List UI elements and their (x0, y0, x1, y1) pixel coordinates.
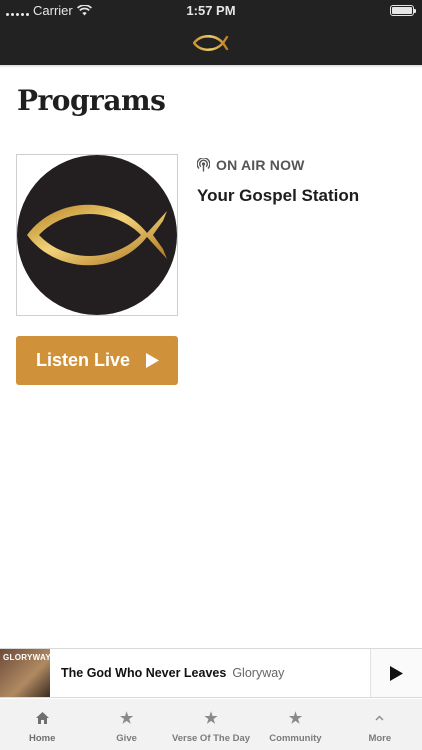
mini-player-play-button[interactable] (370, 649, 422, 697)
broadcast-icon (197, 158, 210, 172)
song-artist: Gloryway (232, 666, 285, 680)
tab-verse-label: Verse Of The Day (171, 733, 251, 744)
program-artwork[interactable] (16, 154, 178, 316)
star-icon: ★ (204, 710, 218, 727)
on-air-label: ON AIR NOW (216, 157, 305, 173)
album-thumbnail-text: GLORYWAY (3, 653, 50, 662)
album-thumbnail: GLORYWAY (0, 649, 50, 697)
ichthys-fish-circle-artwork (17, 155, 177, 315)
tab-home[interactable]: Home (0, 699, 84, 750)
home-icon (35, 709, 49, 727)
tab-home-label: Home (29, 733, 56, 744)
star-icon: ★ (288, 710, 303, 727)
tab-community-label: Community (269, 733, 322, 744)
tab-more[interactable]: More (338, 699, 422, 750)
status-time: 1:57 PM (186, 3, 236, 18)
station-name: Your Gospel Station (197, 186, 360, 205)
header-shadow (0, 65, 422, 68)
track-info[interactable]: The God Who Never Leaves Gloryway (61, 666, 370, 680)
song-title: The God Who Never Leaves (61, 666, 227, 680)
ichthys-fish-logo-icon (193, 35, 229, 51)
play-icon (146, 353, 160, 368)
tab-community[interactable]: ★ Community (253, 699, 337, 750)
top-bar: Carrier 1:57 PM (0, 0, 422, 65)
tab-more-label: More (368, 733, 392, 744)
tab-give-label: Give (116, 733, 137, 744)
page-title: Programs (17, 84, 166, 117)
status-bar: Carrier 1:57 PM (0, 0, 422, 22)
on-air-status: ON AIR NOW (197, 157, 305, 173)
chevron-up-icon (375, 709, 384, 727)
tab-give[interactable]: ★ Give (84, 699, 168, 750)
star-icon: ★ (119, 710, 134, 727)
tab-bar: Home ★ Give ★ Verse Of The Day ★ Communi… (0, 699, 422, 750)
tab-verse-of-the-day[interactable]: ★ Verse Of The Day (169, 699, 253, 750)
battery-icon (390, 5, 416, 16)
play-icon (390, 665, 403, 681)
listen-live-label: Listen Live (36, 350, 131, 370)
mini-player[interactable]: GLORYWAY The God Who Never Leaves Gloryw… (0, 648, 422, 698)
listen-live-button[interactable]: Listen Live (16, 336, 178, 385)
